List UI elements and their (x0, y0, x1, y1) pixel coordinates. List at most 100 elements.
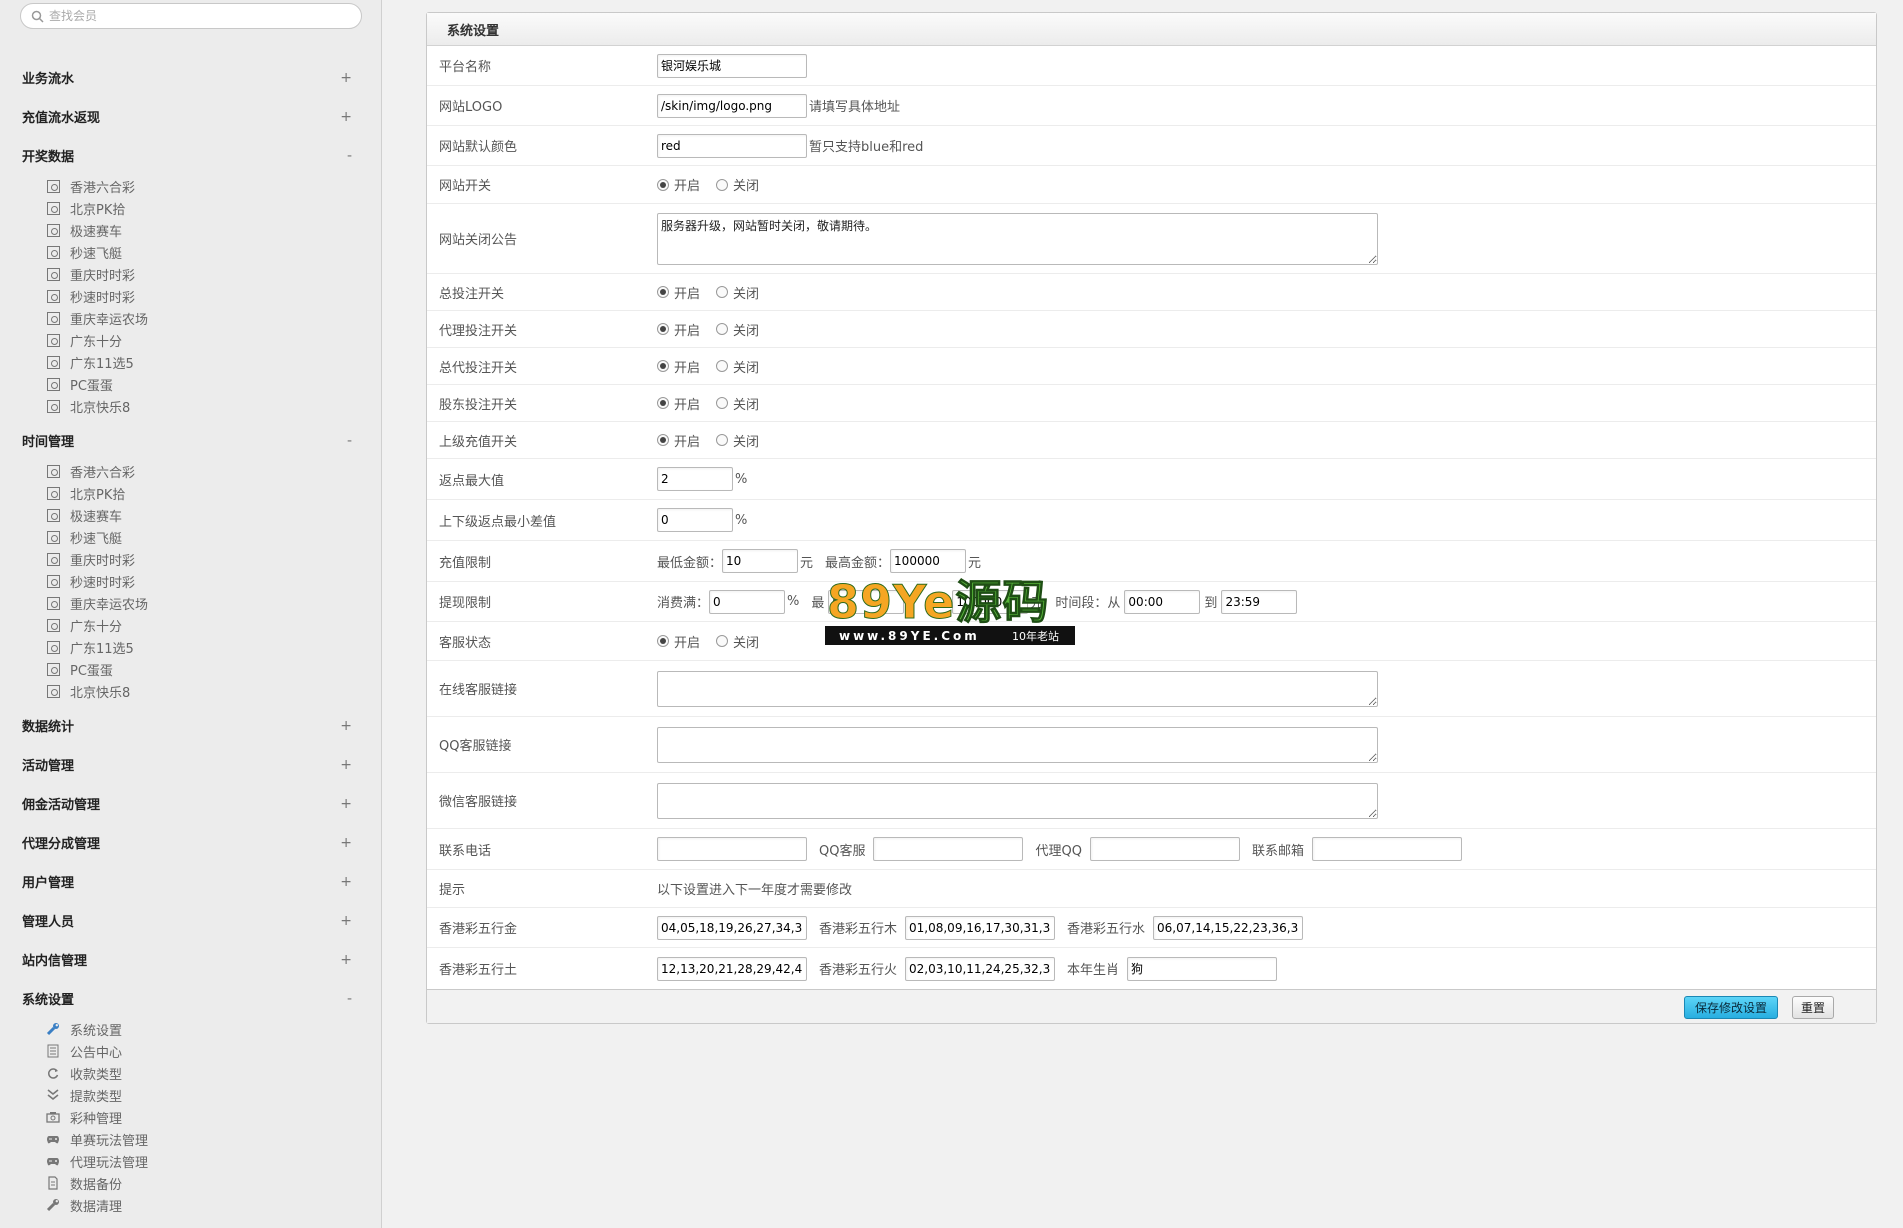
nav-group-users[interactable]: 用户管理 + (0, 862, 382, 901)
agent-qq-input[interactable] (1089, 837, 1240, 861)
service-on-radio[interactable]: 开启 (657, 632, 700, 651)
withdraw-time-from-input[interactable] (1124, 589, 1201, 614)
sidebar-item[interactable]: 广东11选5 (46, 636, 382, 658)
expand-icon[interactable]: + (340, 757, 352, 773)
member-search-input[interactable] (49, 7, 349, 25)
withdraw-consume-input[interactable] (709, 589, 786, 614)
sidebar-item[interactable]: 重庆时时彩 (46, 263, 382, 285)
bet-general-agent-off-radio[interactable]: 关闭 (716, 357, 759, 376)
sidebar-item[interactable]: 秒速时时彩 (46, 285, 382, 307)
sidebar-item-lottery-types[interactable]: 彩种管理 (46, 1106, 382, 1128)
expand-icon[interactable]: + (340, 835, 352, 851)
sidebar-item[interactable]: PC蛋蛋 (46, 373, 382, 395)
five-element-fire-input[interactable] (905, 956, 1056, 981)
field-label: QQ客服链接 (439, 739, 512, 754)
recharge-max-input[interactable] (890, 549, 967, 573)
sidebar-item-announcements[interactable]: 公告中心 (46, 1040, 382, 1062)
sidebar-item[interactable]: 北京PK拾 (46, 197, 382, 219)
nav-group-statistics[interactable]: 数据统计 + (0, 706, 382, 745)
nav-group-lottery-results[interactable]: 开奖数据 - (0, 136, 382, 175)
contact-email-input[interactable] (1311, 837, 1462, 861)
recharge-min-input[interactable] (722, 549, 799, 573)
bet-shareholder-off-radio[interactable]: 关闭 (716, 394, 759, 413)
sidebar-item[interactable]: 北京快乐8 (46, 395, 382, 417)
nav-group-label: 时间管理 (22, 435, 75, 450)
expand-icon[interactable]: + (340, 874, 352, 890)
qq-service-textarea[interactable] (657, 726, 1378, 763)
sidebar-item[interactable]: 广东十分 (46, 614, 382, 636)
close-notice-textarea[interactable]: 服务器升级，网站暂时关闭，敬请期待。 (657, 212, 1378, 265)
sidebar-item-single-play[interactable]: 单赛玩法管理 (46, 1128, 382, 1150)
collapse-icon[interactable]: - (347, 991, 352, 1007)
nav-group-admins[interactable]: 管理人员 + (0, 901, 382, 940)
sidebar-item[interactable]: 北京PK拾 (46, 482, 382, 504)
sidebar-item-system-settings[interactable]: 系统设置 (46, 1018, 382, 1040)
save-settings-button[interactable]: 保存修改设置 (1683, 996, 1778, 1019)
sidebar-item-backup[interactable]: 数据备份 (46, 1172, 382, 1194)
sidebar-item[interactable]: 广东11选5 (46, 351, 382, 373)
sidebar-item[interactable]: 香港六合彩 (46, 460, 382, 482)
nav-group-system-settings[interactable]: 系统设置 - (0, 979, 382, 1018)
expand-icon[interactable]: + (340, 796, 352, 812)
reset-button[interactable]: 重置 (1791, 996, 1834, 1019)
sidebar-item[interactable]: 重庆幸运农场 (46, 307, 382, 329)
five-element-gold-input[interactable] (657, 915, 807, 940)
rebate-max-input[interactable] (657, 467, 733, 491)
five-element-wood-input[interactable] (905, 915, 1056, 940)
site-switch-off-radio[interactable]: 关闭 (716, 175, 759, 194)
sidebar-item[interactable]: 重庆时时彩 (46, 548, 382, 570)
nav-group-agent-share[interactable]: 代理分成管理 + (0, 823, 382, 862)
sidebar-item-receive-types[interactable]: 收款类型 (46, 1062, 382, 1084)
sidebar-item-withdraw-types[interactable]: 提款类型 (46, 1084, 382, 1106)
sidebar-item[interactable]: 秒速时时彩 (46, 570, 382, 592)
bet-agent-on-radio[interactable]: 开启 (657, 320, 700, 339)
bet-shareholder-on-radio[interactable]: 开启 (657, 394, 700, 413)
sidebar-item[interactable]: 广东十分 (46, 329, 382, 351)
sidebar-item[interactable]: PC蛋蛋 (46, 658, 382, 680)
online-service-textarea[interactable] (657, 670, 1378, 707)
bet-general-agent-on-radio[interactable]: 开启 (657, 357, 700, 376)
nav-group-business-flow[interactable]: 业务流水 + (0, 58, 382, 97)
sidebar-item[interactable]: 秒速飞艇 (46, 526, 382, 548)
nav-group-activities[interactable]: 活动管理 + (0, 745, 382, 784)
zodiac-input[interactable] (1127, 956, 1278, 981)
expand-icon[interactable]: + (340, 109, 352, 125)
platform-name-input[interactable] (657, 53, 807, 78)
sidebar-item[interactable]: 香港六合彩 (46, 175, 382, 197)
sidebar-item[interactable]: 极速赛车 (46, 504, 382, 526)
expand-icon[interactable]: + (340, 718, 352, 734)
nav-group-commission-activities[interactable]: 佣金活动管理 + (0, 784, 382, 823)
expand-icon[interactable]: + (340, 952, 352, 968)
sidebar-item[interactable]: 北京快乐8 (46, 680, 382, 702)
contact-qq-input[interactable] (873, 837, 1024, 861)
contact-phone-input[interactable] (657, 837, 807, 861)
collapse-icon[interactable]: - (347, 148, 352, 164)
wechat-service-textarea[interactable] (657, 782, 1378, 819)
sidebar-item[interactable]: 极速赛车 (46, 219, 382, 241)
nav-group-recharge-cashback[interactable]: 充值流水返现 + (0, 97, 382, 136)
service-off-radio[interactable]: 关闭 (716, 632, 759, 651)
five-element-water-input[interactable] (1153, 915, 1304, 940)
sidebar-item[interactable]: 秒速飞艇 (46, 241, 382, 263)
rebate-diff-input[interactable] (657, 508, 733, 532)
sidebar-item-cleanup[interactable]: 数据清理 (46, 1194, 382, 1216)
member-search-box[interactable] (20, 3, 362, 29)
upper-recharge-off-radio[interactable]: 关闭 (716, 431, 759, 450)
site-switch-on-radio[interactable]: 开启 (657, 175, 700, 194)
collapse-icon[interactable]: - (347, 433, 352, 449)
logo-url-input[interactable] (657, 93, 807, 118)
radio-label: 开启 (674, 397, 701, 413)
sidebar-item-agent-play[interactable]: 代理玩法管理 (46, 1150, 382, 1172)
expand-icon[interactable]: + (340, 70, 352, 86)
expand-icon[interactable]: + (340, 913, 352, 929)
bet-total-off-radio[interactable]: 关闭 (716, 283, 759, 302)
default-color-input[interactable] (657, 133, 807, 158)
upper-recharge-on-radio[interactable]: 开启 (657, 431, 700, 450)
sidebar-item[interactable]: 重庆幸运农场 (46, 592, 382, 614)
five-element-earth-input[interactable] (657, 956, 807, 981)
withdraw-time-to-input[interactable] (1221, 589, 1298, 614)
nav-group-time-management[interactable]: 时间管理 - (0, 421, 382, 460)
nav-group-messages[interactable]: 站内信管理 + (0, 940, 382, 979)
bet-agent-off-radio[interactable]: 关闭 (716, 320, 759, 339)
bet-total-on-radio[interactable]: 开启 (657, 283, 700, 302)
